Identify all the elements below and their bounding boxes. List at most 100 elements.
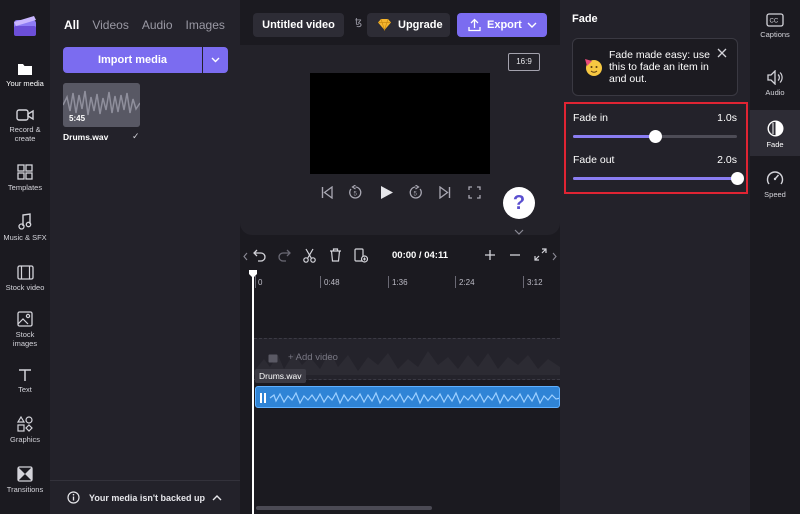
fade-out-slider-thumb[interactable] — [731, 172, 744, 185]
video-title-input[interactable]: Untitled video — [253, 13, 344, 37]
audio-waveform-icon — [260, 391, 559, 405]
nav-stock-video[interactable]: Stock video — [0, 265, 50, 292]
save-frame-icon[interactable] — [354, 248, 368, 263]
playhead[interactable] — [249, 270, 257, 514]
timeline-scrollbar[interactable] — [256, 506, 432, 510]
rail-fade[interactable]: Fade — [750, 120, 800, 149]
svg-text:5: 5 — [414, 192, 418, 198]
folder-icon — [18, 64, 32, 75]
nav-your-media[interactable]: Your media — [0, 62, 50, 88]
rail-speed[interactable]: Speed — [750, 170, 800, 199]
zoom-out-icon[interactable] — [509, 249, 521, 261]
skip-back-icon[interactable] — [321, 186, 333, 199]
panel-title: Fade — [572, 13, 598, 25]
ruler-label: 1:36 — [392, 278, 408, 287]
audio-clip-label: Drums.wav — [255, 369, 306, 383]
tab-videos[interactable]: Videos — [92, 18, 128, 32]
nav-graphics[interactable]: Graphics — [0, 416, 50, 444]
party-face-icon — [585, 59, 602, 76]
fade-out-value: 2.0s — [717, 154, 737, 166]
media-item-thumbnail[interactable]: 5:45 — [63, 83, 140, 127]
left-nav: Your media Record & create Templates Mus… — [0, 0, 50, 514]
fade-in-slider-thumb[interactable] — [649, 130, 662, 143]
transitions-icon — [17, 466, 33, 482]
backup-status-bar[interactable]: Your media isn't backed up — [50, 480, 240, 514]
speaker-icon — [766, 70, 783, 85]
ruler-label: 0:48 — [324, 278, 340, 287]
right-rail: CC Captions Audio Fade Speed — [750, 0, 800, 514]
aspect-ratio-button[interactable]: 16:9 — [508, 53, 540, 71]
upgrade-button[interactable]: Upgrade — [367, 13, 450, 37]
fade-out-label: Fade out — [573, 154, 615, 166]
fade-in-slider[interactable] — [573, 130, 737, 143]
export-button[interactable]: Export — [457, 13, 547, 37]
forward-5s-icon[interactable]: 5 — [408, 185, 423, 200]
media-item-name: Drums.wav — [63, 132, 109, 142]
undo-icon[interactable] — [253, 249, 266, 262]
text-icon — [19, 369, 31, 381]
nav-text[interactable]: Text — [0, 368, 50, 394]
import-media-button[interactable]: Import media — [63, 47, 202, 73]
chevron-down-icon — [527, 22, 537, 28]
play-icon[interactable] — [380, 185, 394, 200]
tab-all[interactable]: All — [64, 18, 79, 32]
camera-icon — [16, 109, 34, 121]
fade-icon — [766, 120, 784, 137]
skip-forward-icon[interactable] — [439, 186, 451, 199]
scissors-icon[interactable] — [303, 248, 316, 263]
check-icon: ✓ — [132, 131, 140, 141]
import-dropdown-button[interactable] — [203, 47, 228, 73]
close-icon[interactable] — [717, 48, 727, 58]
video-placeholder-icon — [268, 354, 278, 363]
nav-templates[interactable]: Templates — [0, 164, 50, 192]
ruler-tick — [320, 276, 321, 288]
collapse-right-icon[interactable] — [552, 252, 557, 261]
tab-audio[interactable]: Audio — [142, 18, 173, 32]
video-canvas[interactable] — [310, 73, 490, 174]
fade-out-slider[interactable] — [573, 172, 744, 185]
fade-in-value: 1.0s — [717, 112, 737, 124]
nav-transitions[interactable]: Transitions — [0, 466, 50, 494]
ruler-label: 2:24 — [459, 278, 475, 287]
tab-images[interactable]: Images — [186, 18, 225, 32]
image-icon — [17, 311, 33, 327]
fullscreen-icon[interactable] — [468, 186, 481, 199]
rail-audio[interactable]: Audio — [750, 70, 800, 97]
fade-out-slider-fill — [573, 177, 737, 180]
media-tabs: All Videos Audio Images — [64, 18, 225, 32]
info-icon — [67, 491, 80, 504]
zoom-in-icon[interactable] — [484, 249, 496, 261]
chevron-up-icon — [212, 495, 222, 501]
backup-text: Your media isn't backed up — [89, 493, 205, 503]
templates-icon — [17, 164, 33, 180]
fit-timeline-icon[interactable] — [534, 248, 547, 261]
clipchamp-logo-icon — [14, 16, 36, 36]
speedometer-icon — [766, 171, 784, 185]
nav-record-create[interactable]: Record & create — [0, 108, 50, 143]
edit-title-icon[interactable]: ꜩ — [355, 17, 362, 28]
playhead-handle-icon — [249, 270, 257, 278]
svg-text:CC: CC — [770, 19, 779, 25]
audio-clip[interactable] — [255, 386, 560, 408]
nav-stock-images[interactable]: Stock images — [0, 311, 50, 348]
nav-music-sfx[interactable]: Music & SFX — [0, 213, 50, 242]
help-button[interactable]: ? — [503, 187, 535, 219]
collapse-left-icon[interactable] — [243, 252, 248, 261]
fade-tip-text: Fade made easy: use this to fade an item… — [609, 49, 710, 85]
property-panel: Fade Fade made easy: use this to fade an… — [560, 0, 750, 514]
preview-panel: 16:9 5 5 ? — [240, 45, 560, 235]
diamond-icon — [378, 18, 391, 31]
rewind-5s-icon[interactable]: 5 — [348, 185, 363, 200]
ruler-tick — [523, 276, 524, 288]
media-duration: 5:45 — [69, 114, 86, 123]
ruler-label: 3:12 — [527, 278, 543, 287]
rail-captions[interactable]: CC Captions — [750, 13, 800, 39]
svg-text:5: 5 — [354, 192, 358, 198]
add-video-label[interactable]: + Add video — [288, 352, 338, 363]
redo-icon[interactable] — [278, 249, 291, 262]
fade-in-slider-fill — [573, 135, 655, 138]
ruler-label: 0 — [258, 278, 263, 287]
timeline-panel: 00:00 / 04:11 0 0:48 1:36 2:24 3:12 + Ad… — [240, 238, 560, 514]
collapse-preview-icon[interactable] — [514, 229, 524, 235]
trash-icon[interactable] — [329, 248, 342, 262]
